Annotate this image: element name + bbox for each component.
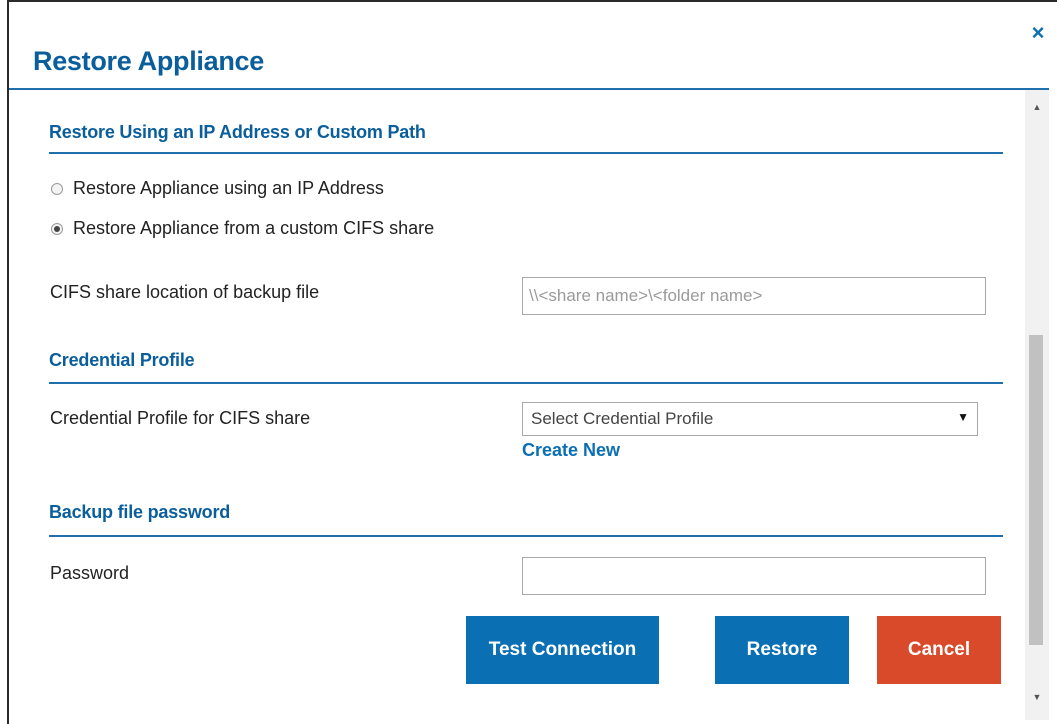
section-divider (49, 152, 1003, 154)
scrollbar-thumb[interactable] (1029, 335, 1043, 645)
cifs-location-label: CIFS share location of backup file (50, 282, 320, 302)
section-title-credential-profile: Credential Profile (49, 350, 195, 370)
scroll-down-arrow-icon[interactable]: ▼ (1025, 688, 1049, 706)
section-title-restore-method: Restore Using an IP Address or Custom Pa… (49, 122, 426, 142)
select-value: Select Credential Profile (531, 409, 714, 428)
test-connection-button[interactable]: Test Connection (466, 616, 659, 684)
cancel-button[interactable]: Cancel (877, 616, 1001, 684)
create-new-link[interactable]: Create New (522, 440, 620, 461)
credential-profile-label: Credential Profile for CIFS share (50, 408, 311, 428)
dialog-body: Restore Using an IP Address or Custom Pa… (9, 90, 1025, 720)
dialog-title: Restore Appliance (33, 46, 264, 76)
password-label: Password (50, 563, 130, 583)
section-divider (49, 382, 1003, 384)
cifs-location-input[interactable] (522, 277, 986, 315)
restore-appliance-dialog: × Restore Appliance Restore Using an IP … (7, 0, 1057, 724)
radio-label: Restore Appliance from a custom CIFS sha… (73, 218, 435, 238)
section-title-backup-password: Backup file password (49, 502, 231, 522)
radio-option-cifs-share[interactable]: Restore Appliance from a custom CIFS sha… (51, 218, 434, 239)
scroll-up-arrow-icon[interactable]: ▲ (1025, 98, 1049, 116)
radio-option-ip-address[interactable]: Restore Appliance using an IP Address (51, 178, 384, 199)
radio-label: Restore Appliance using an IP Address (73, 178, 384, 198)
caret-down-icon: ▼ (957, 410, 969, 424)
section-divider (49, 535, 1003, 537)
radio-button-selected[interactable] (51, 222, 63, 235)
password-input[interactable] (522, 557, 986, 595)
scrollbar[interactable]: ▲ ▼ (1025, 90, 1049, 720)
restore-button[interactable]: Restore (715, 616, 849, 684)
credential-profile-select[interactable]: Select Credential Profile ▼ (522, 402, 978, 436)
radio-button[interactable] (51, 182, 63, 195)
close-icon[interactable]: × (1029, 22, 1047, 44)
